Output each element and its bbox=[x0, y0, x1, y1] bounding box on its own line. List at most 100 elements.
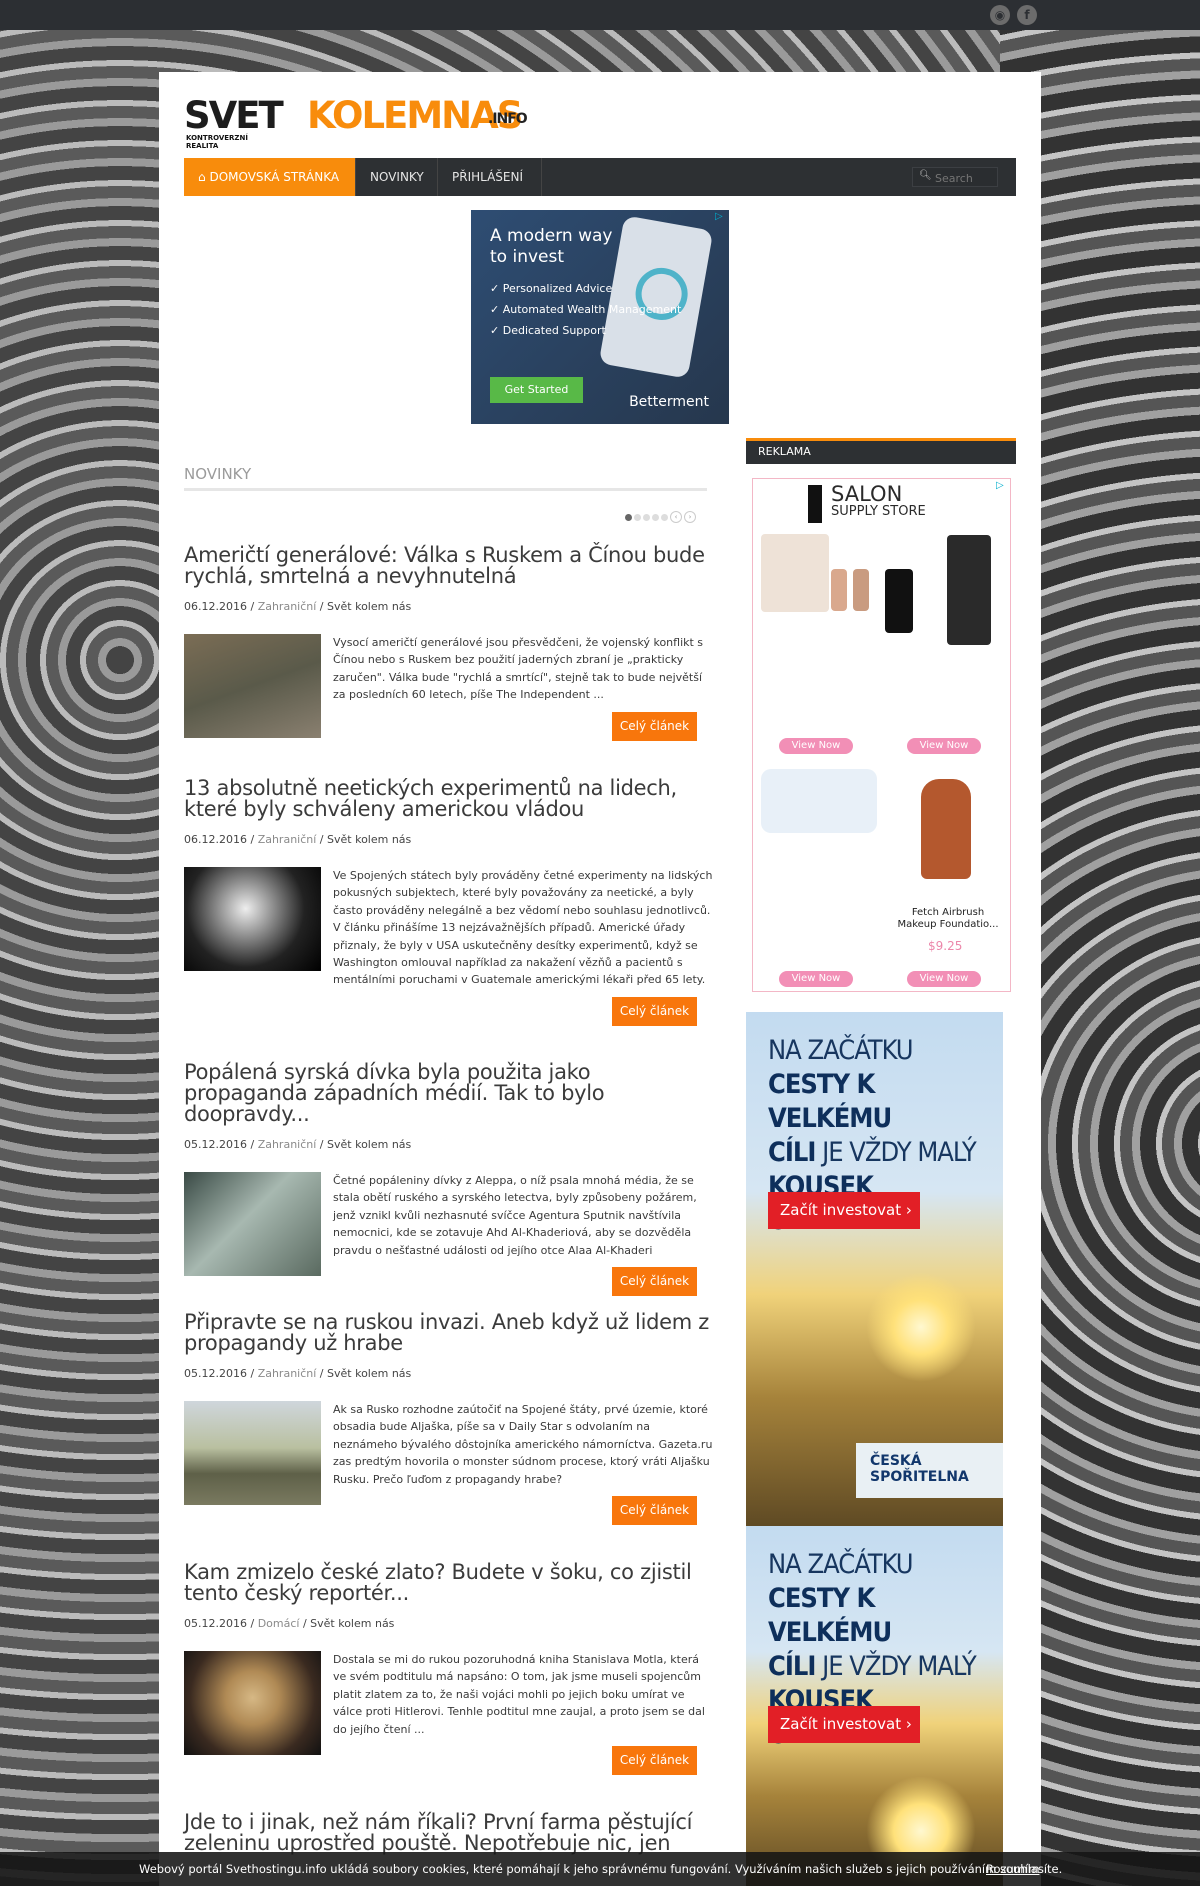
nav-item-label: DOMOVSKÁ STRÁNKA bbox=[209, 170, 340, 184]
article-thumbnail[interactable] bbox=[184, 1651, 321, 1755]
pagination-dot[interactable] bbox=[661, 514, 668, 521]
bank-ad-cta-button[interactable]: Začít investovat › bbox=[768, 1706, 920, 1743]
view-now-button[interactable]: View Now bbox=[907, 738, 981, 754]
article-category[interactable]: Zahraniční bbox=[258, 833, 317, 846]
bank-logo: ČESKÁ SPOŘITELNA bbox=[856, 1443, 1003, 1498]
article-tag[interactable]: Svět kolem nás bbox=[327, 1367, 411, 1380]
next-arrow-icon[interactable]: › bbox=[684, 510, 696, 523]
read-more-button[interactable]: Celý článek bbox=[612, 1746, 697, 1776]
cookie-consent-bar: Webový portál Svethostingu.info ukládá s… bbox=[0, 1852, 1200, 1886]
article-thumbnail[interactable] bbox=[184, 867, 321, 971]
article-excerpt: Vysocí američtí generálové jsou přesvědč… bbox=[333, 636, 704, 702]
article-item: Kam zmizelo české zlato? Budete v šoku, … bbox=[184, 1562, 714, 1776]
cookie-accept-link[interactable]: Rozumím bbox=[986, 1852, 1039, 1886]
logo-part-1: SVET bbox=[184, 94, 284, 137]
article-item: Popálená syrská dívka byla použita jako … bbox=[184, 1062, 714, 1297]
read-more-button[interactable]: Celý článek bbox=[612, 996, 697, 1026]
main-nav: ⌂ DOMOVSKÁ STRÁNKA NOVINKY PŘIHLÁŠENÍ 🔍︎ bbox=[184, 158, 1016, 196]
pagination-dot[interactable] bbox=[625, 514, 632, 521]
article-title[interactable]: Jde to i jinak, než nám říkali? První fa… bbox=[184, 1812, 714, 1854]
article-category[interactable]: Domácí bbox=[258, 1617, 300, 1630]
article-meta: 06.12.2016 / Zahraniční / Svět kolem nás bbox=[184, 833, 412, 846]
article-excerpt: Ak sa Rusko rozhodne zaútočiť na Spojené… bbox=[333, 1403, 713, 1486]
nav-item-login[interactable]: PŘIHLÁŠENÍ bbox=[438, 158, 542, 196]
slider-pagination: ‹ › bbox=[625, 506, 698, 523]
page-container: SVET KOLEMNAS .INFO KONTROVERZNÍ REALITA… bbox=[159, 72, 1041, 1886]
nav-item-news[interactable]: NOVINKY bbox=[356, 158, 438, 196]
view-now-button[interactable]: View Now bbox=[779, 738, 853, 754]
ad-brand: Betterment bbox=[629, 394, 709, 410]
article-excerpt: Dostala se mi do rukou pozoruhodná kniha… bbox=[333, 1653, 705, 1736]
site-logo[interactable]: SVET KOLEMNAS .INFO KONTROVERZNÍ REALITA bbox=[184, 94, 528, 150]
view-now-button[interactable]: View Now bbox=[907, 971, 981, 987]
article-tag[interactable]: Svět kolem nás bbox=[327, 833, 411, 846]
facebook-icon[interactable]: f bbox=[1017, 5, 1037, 25]
nav-item-label: PŘIHLÁŠENÍ bbox=[452, 170, 524, 184]
product-image[interactable] bbox=[831, 569, 847, 611]
search-input[interactable] bbox=[933, 170, 997, 186]
article-item: Připravte se na ruskou invazi. Aneb když… bbox=[184, 1312, 714, 1526]
read-more-button[interactable]: Celý článek bbox=[612, 1267, 697, 1297]
article-excerpt: Četné popáleniny dívky z Aleppa, o níž p… bbox=[333, 1174, 697, 1257]
salon-supply-ad[interactable]: ▷ SALON SUPPLY STORE View Now View Now F… bbox=[752, 478, 1011, 992]
article-tag[interactable]: Svět kolem nás bbox=[327, 600, 411, 613]
logo-part-3: .INFO bbox=[488, 111, 528, 127]
adchoices-icon[interactable]: ▷ bbox=[715, 211, 727, 223]
prev-arrow-icon[interactable]: ‹ bbox=[670, 510, 682, 523]
article-item: Američtí generálové: Válka s Ruskem a Čí… bbox=[184, 545, 714, 741]
article-category[interactable]: Zahraniční bbox=[258, 1138, 317, 1151]
article-title[interactable]: Američtí generálové: Válka s Ruskem a Čí… bbox=[184, 545, 714, 587]
adchoices-icon[interactable]: ▷ bbox=[996, 480, 1008, 492]
nav-item-home[interactable]: ⌂ DOMOVSKÁ STRÁNKA bbox=[184, 158, 356, 196]
product-image[interactable] bbox=[885, 569, 913, 633]
search-icon[interactable]: 🔍︎ bbox=[919, 170, 932, 181]
article-title[interactable]: Připravte se na ruskou invazi. Aneb když… bbox=[184, 1312, 714, 1354]
article-excerpt: Ve Spojených státech byly prováděny četn… bbox=[333, 869, 713, 987]
home-icon: ⌂ bbox=[198, 170, 206, 184]
search-box: 🔍︎ bbox=[912, 167, 998, 187]
read-more-button[interactable]: Celý článek bbox=[612, 711, 697, 741]
product-image[interactable] bbox=[921, 779, 971, 879]
read-more-button[interactable]: Celý článek bbox=[612, 1496, 697, 1526]
pagination-dot[interactable] bbox=[643, 514, 650, 521]
product-image[interactable] bbox=[761, 534, 829, 612]
article-category[interactable]: Zahraniční bbox=[258, 1367, 317, 1380]
article-title[interactable]: Popálená syrská dívka byla použita jako … bbox=[184, 1062, 714, 1125]
cookie-text: Webový portál Svethostingu.info ukládá s… bbox=[139, 1862, 1063, 1876]
article-category[interactable]: Zahraniční bbox=[258, 600, 317, 613]
product-image[interactable] bbox=[853, 569, 869, 611]
bank-ad-cta-button[interactable]: Začít investovat › bbox=[768, 1192, 920, 1229]
article-tag[interactable]: Svět kolem nás bbox=[327, 1138, 411, 1151]
bank-ad-banner[interactable]: NA ZAČÁTKU CESTY K VELKÉMU CÍLI JE VŽDY … bbox=[746, 1526, 1003, 1886]
article-meta: 05.12.2016 / Zahraniční / Svět kolem nás bbox=[184, 1138, 412, 1151]
rss-icon[interactable]: ◉ bbox=[990, 5, 1010, 25]
article-thumbnail[interactable] bbox=[184, 1172, 321, 1276]
product-image[interactable] bbox=[761, 769, 877, 833]
view-now-button[interactable]: View Now bbox=[779, 971, 853, 987]
article-meta: 05.12.2016 / Domácí / Svět kolem nás bbox=[184, 1617, 395, 1630]
article-thumbnail[interactable] bbox=[184, 634, 321, 738]
article-tag[interactable]: Svět kolem nás bbox=[310, 1617, 394, 1630]
article-title[interactable]: 13 absolutně neetických experimentů na l… bbox=[184, 778, 714, 820]
ad-bullets: ✓ Personalized Advice ✓ Automated Wealth… bbox=[490, 282, 682, 337]
section-title: NOVINKY bbox=[184, 465, 707, 491]
article-item: Jde to i jinak, než nám říkali? První fa… bbox=[184, 1812, 714, 1854]
product-name: Fetch Airbrush Makeup Foundatio... bbox=[897, 907, 999, 930]
logo-tagline: KONTROVERZNÍ REALITA bbox=[186, 134, 248, 150]
pagination-dot[interactable] bbox=[652, 514, 659, 521]
product-price: $9.25 bbox=[928, 939, 963, 953]
article-meta: 05.12.2016 / Zahraniční / Svět kolem nás bbox=[184, 1367, 412, 1380]
product-image[interactable] bbox=[947, 535, 991, 645]
pagination-dot[interactable] bbox=[634, 514, 641, 521]
ad-cta-button[interactable]: Get Started bbox=[490, 377, 583, 403]
sunlight-graphic bbox=[866, 1272, 976, 1382]
top-bar: ◉ f bbox=[0, 0, 1200, 30]
top-ad-banner[interactable]: ▷ A modern way to invest ✓ Personalized … bbox=[471, 210, 729, 424]
sidebar-heading: REKLAMA bbox=[746, 438, 1016, 464]
salon-title: SALON SUPPLY STORE bbox=[831, 482, 926, 519]
article-thumbnail[interactable] bbox=[184, 1401, 321, 1505]
nav-item-label: NOVINKY bbox=[370, 170, 424, 184]
article-meta: 06.12.2016 / Zahraniční / Svět kolem nás bbox=[184, 600, 412, 613]
article-title[interactable]: Kam zmizelo české zlato? Budete v šoku, … bbox=[184, 1562, 714, 1604]
bank-ad-banner[interactable]: NA ZAČÁTKU CESTY K VELKÉMU CÍLI JE VŽDY … bbox=[746, 1012, 1003, 1526]
